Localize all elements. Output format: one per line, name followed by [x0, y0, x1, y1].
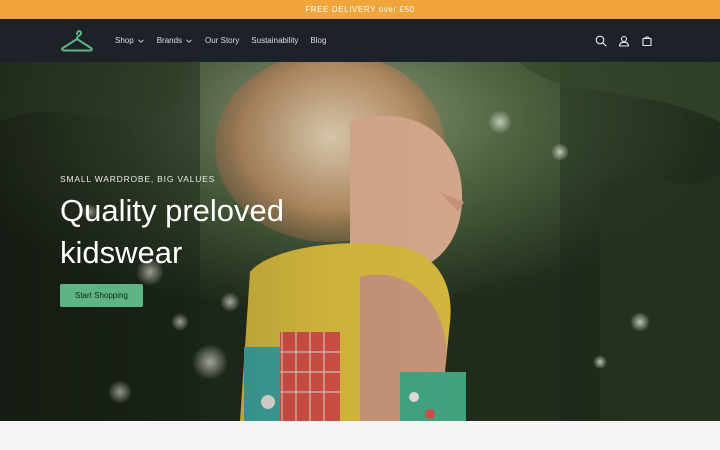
nav-item-our-story[interactable]: Our Story	[205, 36, 239, 45]
announcement-text: FREE DELIVERY over £50	[305, 5, 415, 14]
nav-item-brands[interactable]: Brands	[157, 36, 193, 45]
site-header: Shop Brands Our Story Sustainability Blo…	[0, 19, 720, 62]
hero-banner: SMALL WARDROBE, BIG VALUES Quality prelo…	[0, 62, 720, 421]
search-button[interactable]	[590, 30, 612, 52]
nav-item-blog[interactable]: Blog	[310, 36, 326, 45]
nav-item-label: Shop	[115, 36, 134, 45]
nav-item-label: Brands	[156, 36, 183, 45]
hanger-icon[interactable]	[60, 27, 94, 53]
nav-item-label: Blog	[310, 36, 327, 45]
cart-button[interactable]	[636, 30, 658, 52]
account-button[interactable]	[613, 30, 635, 52]
start-shopping-button[interactable]: Start Shopping	[60, 284, 143, 307]
header-icons	[589, 19, 658, 62]
next-section	[0, 421, 720, 450]
search-icon	[595, 35, 607, 47]
chevron-down-icon	[186, 38, 192, 43]
main-nav: Shop Brands Our Story Sustainability Blo…	[115, 19, 338, 62]
hero-content: SMALL WARDROBE, BIG VALUES Quality prelo…	[60, 174, 360, 307]
nav-item-sustainability[interactable]: Sustainability	[251, 36, 298, 45]
nav-item-shop[interactable]: Shop	[115, 36, 145, 45]
nav-item-label: Our Story	[205, 36, 240, 45]
hero-headline: Quality preloved kidswear	[60, 193, 285, 270]
nav-item-label: Sustainability	[251, 36, 299, 45]
hero-eyebrow: SMALL WARDROBE, BIG VALUES	[60, 174, 216, 184]
account-icon	[618, 35, 630, 47]
announcement-bar: FREE DELIVERY over £50	[0, 0, 720, 19]
chevron-down-icon	[137, 38, 144, 43]
cart-icon	[642, 35, 652, 46]
